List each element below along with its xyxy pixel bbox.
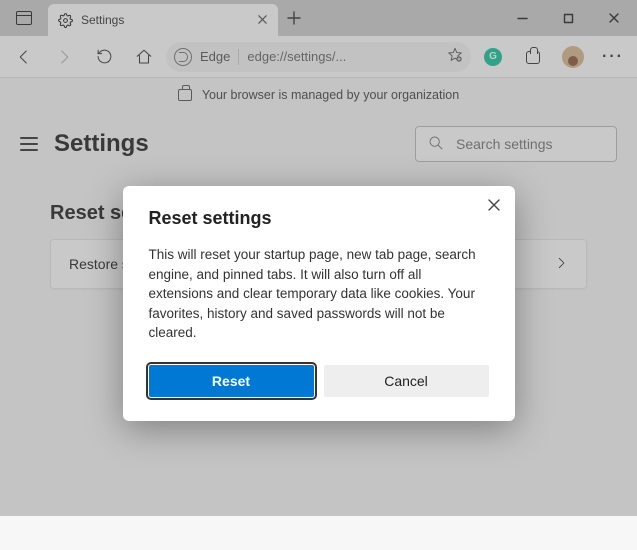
dialog-title: Reset settings [149, 208, 489, 229]
reset-button[interactable]: Reset [149, 365, 314, 397]
reset-dialog: Reset settings This will reset your star… [123, 186, 515, 421]
page-content: Your browser is managed by your organiza… [0, 78, 637, 550]
cancel-button[interactable]: Cancel [324, 365, 489, 397]
dialog-close-button[interactable] [487, 198, 501, 217]
dialog-body: This will reset your startup page, new t… [149, 245, 489, 343]
